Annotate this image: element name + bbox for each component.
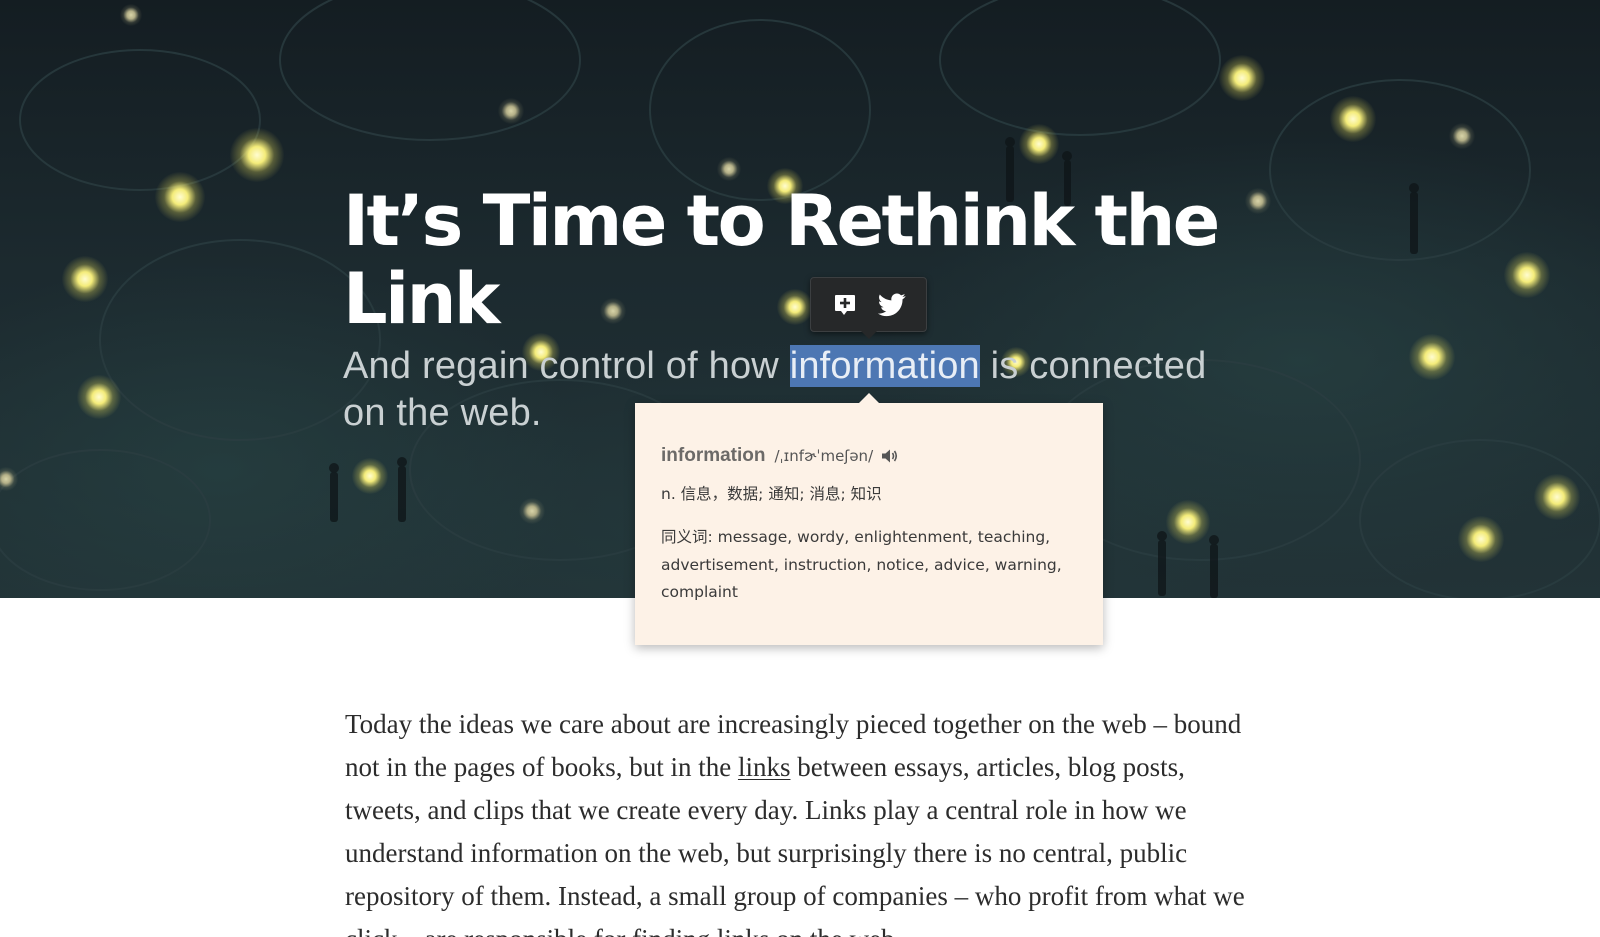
glow-dot: [1166, 500, 1210, 544]
glow-dot: [1245, 188, 1271, 214]
glow-dot: [1504, 252, 1550, 298]
glow-dot: [519, 498, 545, 524]
dictionary-word: information: [661, 445, 766, 466]
glow-dot: [1409, 334, 1455, 380]
glow-dot: [62, 256, 108, 302]
glow-dot: [1019, 124, 1059, 164]
dictionary-header: information /ˌɪnfɚˈmeʃən/: [661, 443, 1077, 469]
dictionary-popup: information /ˌɪnfɚˈmeʃən/ n. 信息，数据; 通知; …: [635, 393, 1103, 645]
selected-word[interactable]: information: [789, 345, 980, 387]
subtitle-text-before: And regain control of how: [343, 345, 790, 387]
article-paragraph: Today the ideas we care about are increa…: [345, 703, 1255, 937]
glow-dot: [1219, 55, 1265, 101]
glow-dot: [230, 128, 284, 182]
links-link[interactable]: links: [738, 752, 791, 782]
dictionary-synonyms: 同义词: message, wordy, enlightenment, teac…: [661, 528, 1062, 601]
glow-dot: [1534, 474, 1580, 520]
glow-dot: [1449, 123, 1475, 149]
glow-dot: [498, 98, 524, 124]
glow-dot: [77, 375, 121, 419]
phonetic-transcription: /ˌɪnfɚˈmeʃən/: [774, 447, 874, 465]
glow-dot: [155, 172, 205, 222]
glow-dot: [1330, 96, 1376, 142]
article-title: It’s Time to Rethink the Link: [343, 180, 1220, 340]
dictionary-definition: n. 信息，数据; 通知; 消息; 知识: [661, 485, 882, 503]
glow-dot: [352, 458, 388, 494]
selection-share-tooltip: [810, 277, 927, 339]
glow-dot: [1458, 516, 1504, 562]
twitter-icon: [878, 292, 906, 316]
twitter-share-button[interactable]: [874, 287, 910, 323]
add-annotation-icon: [834, 294, 855, 315]
pronounce-button[interactable]: [881, 447, 899, 465]
glow-dot: [717, 157, 741, 181]
add-annotation-button[interactable]: [827, 287, 863, 323]
speaker-icon: [882, 449, 898, 463]
glow-dot: [120, 4, 142, 26]
